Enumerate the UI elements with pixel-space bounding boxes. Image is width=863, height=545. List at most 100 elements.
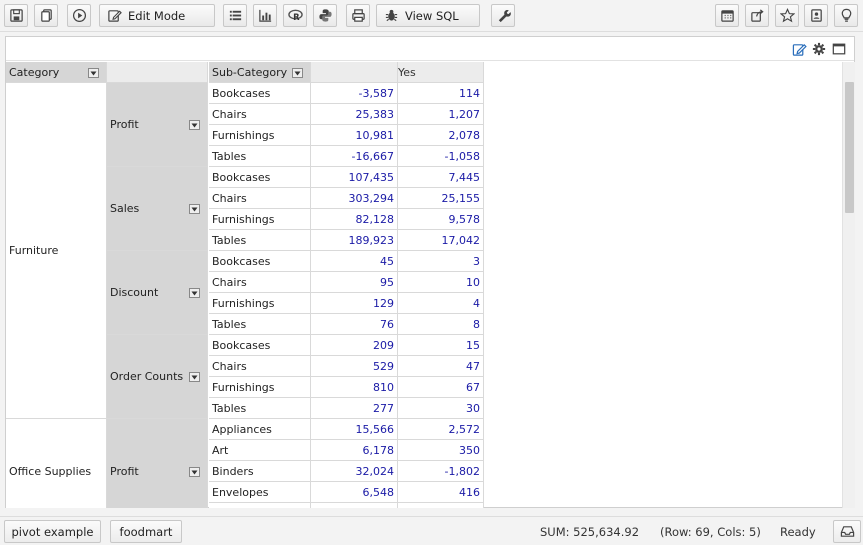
value-cell[interactable]: 2,078 xyxy=(398,125,484,146)
value-cell[interactable]: 2,572 xyxy=(398,419,484,440)
maximize-icon[interactable] xyxy=(831,41,847,57)
sum-readout: SUM: 525,634.92 xyxy=(540,525,640,539)
value-cell[interactable]: 303,294 xyxy=(311,188,398,209)
value-cell[interactable]: 10 xyxy=(398,272,484,293)
value-cell[interactable]: 9,578 xyxy=(398,209,484,230)
value-cell[interactable]: 277 xyxy=(311,398,398,419)
value-cell[interactable]: 4 xyxy=(398,293,484,314)
value-cell[interactable]: 6,178 xyxy=(311,440,398,461)
value-cell[interactable]: -3,587 xyxy=(311,83,398,104)
value-cell[interactable]: 25,383 xyxy=(311,104,398,125)
python-button[interactable] xyxy=(313,4,337,27)
share-icon xyxy=(750,9,764,22)
value-cell[interactable] xyxy=(311,503,398,508)
sub-category-cell: Furnishings xyxy=(209,293,311,314)
filter-dropdown-icon[interactable] xyxy=(189,372,200,382)
vertical-scrollbar[interactable] xyxy=(842,62,855,508)
value-cell[interactable]: 350 xyxy=(398,440,484,461)
sub-category-cell: Bookcases xyxy=(209,335,311,356)
measure-header[interactable]: Profit xyxy=(107,83,208,167)
filter-dropdown-icon[interactable] xyxy=(88,68,99,78)
favorite-button[interactable] xyxy=(775,4,799,27)
share-button[interactable] xyxy=(745,4,769,27)
calendar-button[interactable] xyxy=(715,4,739,27)
value-cell[interactable]: 114 xyxy=(398,83,484,104)
view-sql-button[interactable]: View SQL xyxy=(376,4,480,27)
value-cell[interactable]: -16,667 xyxy=(311,146,398,167)
run-button[interactable] xyxy=(67,4,91,27)
edit-icon xyxy=(108,10,122,22)
value-cell[interactable]: 6,548 xyxy=(311,482,398,503)
value-cell[interactable]: -1,058 xyxy=(398,146,484,167)
dimensions-readout: (Row: 69, Cols: 5) xyxy=(660,525,761,539)
header-blank xyxy=(107,62,208,83)
sub-category-cell: Chairs xyxy=(209,272,311,293)
header-sub-category[interactable]: Sub-Category xyxy=(209,62,311,83)
status-text: Ready xyxy=(780,525,816,539)
save-icon xyxy=(9,9,23,22)
tray-button[interactable] xyxy=(833,520,861,543)
panel-header xyxy=(6,37,854,61)
category-header[interactable]: Furniture xyxy=(6,83,107,419)
edit-mode-button[interactable]: Edit Mode xyxy=(99,4,215,27)
scrollbar-thumb[interactable] xyxy=(845,82,854,213)
value-cell[interactable]: 107,435 xyxy=(311,167,398,188)
filter-dropdown-icon[interactable] xyxy=(189,204,200,214)
filter-dropdown-icon[interactable] xyxy=(292,68,303,78)
contact-button[interactable] xyxy=(804,4,828,27)
tab-pivot-example[interactable]: pivot example xyxy=(4,520,101,543)
value-cell[interactable]: 15 xyxy=(398,335,484,356)
value-cell[interactable]: 129 xyxy=(311,293,398,314)
value-cell[interactable]: 17,042 xyxy=(398,230,484,251)
header-category[interactable]: Category xyxy=(6,62,107,83)
value-cell[interactable]: 1,207 xyxy=(398,104,484,125)
measure-header[interactable]: Profit xyxy=(107,419,208,508)
value-cell[interactable]: 76 xyxy=(311,314,398,335)
measure-header[interactable]: Order Counts xyxy=(107,335,208,419)
value-cell[interactable]: 8 xyxy=(398,314,484,335)
tab-foodmart[interactable]: foodmart xyxy=(110,520,182,543)
filter-dropdown-icon[interactable] xyxy=(189,288,200,298)
value-cell[interactable]: 209 xyxy=(311,335,398,356)
tips-button[interactable] xyxy=(834,4,858,27)
value-cell[interactable]: -1,802 xyxy=(398,461,484,482)
value-cell[interactable]: 32,024 xyxy=(311,461,398,482)
value-cell[interactable]: 10,981 xyxy=(311,125,398,146)
measure-header[interactable]: Discount xyxy=(107,251,208,335)
save-button[interactable] xyxy=(4,4,28,27)
value-cell[interactable]: 15,566 xyxy=(311,419,398,440)
sub-category-cell: Tables xyxy=(209,146,311,167)
list-button[interactable] xyxy=(223,4,247,27)
value-cell[interactable]: 45 xyxy=(311,251,398,272)
value-cell[interactable]: 25,155 xyxy=(398,188,484,209)
value-cell[interactable]: 7,445 xyxy=(398,167,484,188)
value-cell[interactable]: 3 xyxy=(398,251,484,272)
chart-button[interactable] xyxy=(253,4,277,27)
filter-dropdown-icon[interactable] xyxy=(189,120,200,130)
measure-header[interactable]: Sales xyxy=(107,167,208,251)
value-cell[interactable]: 47 xyxy=(398,356,484,377)
sub-category-cell: Chairs xyxy=(209,188,311,209)
value-cell[interactable]: 189,923 xyxy=(311,230,398,251)
edit-icon[interactable] xyxy=(791,41,807,57)
sub-category-cell: Appliances xyxy=(209,419,311,440)
print-button[interactable] xyxy=(346,4,370,27)
star-icon xyxy=(779,8,795,23)
category-header[interactable]: Office Supplies xyxy=(6,419,107,508)
r-button[interactable]: R xyxy=(283,4,307,27)
copy-button[interactable] xyxy=(34,4,58,27)
value-cell[interactable]: 67 xyxy=(398,377,484,398)
python-icon xyxy=(318,9,332,22)
settings-button[interactable] xyxy=(491,4,515,27)
value-cell[interactable]: 810 xyxy=(311,377,398,398)
gear-icon[interactable] xyxy=(811,41,827,57)
value-cell[interactable]: 529 xyxy=(311,356,398,377)
value-cell[interactable]: 95 xyxy=(311,272,398,293)
bug-icon xyxy=(385,9,398,22)
value-cell[interactable]: 82,128 xyxy=(311,209,398,230)
value-cell[interactable]: 30 xyxy=(398,398,484,419)
value-cell[interactable] xyxy=(398,503,484,508)
header-value-blank xyxy=(311,62,398,83)
filter-dropdown-icon[interactable] xyxy=(189,467,200,477)
value-cell[interactable]: 416 xyxy=(398,482,484,503)
